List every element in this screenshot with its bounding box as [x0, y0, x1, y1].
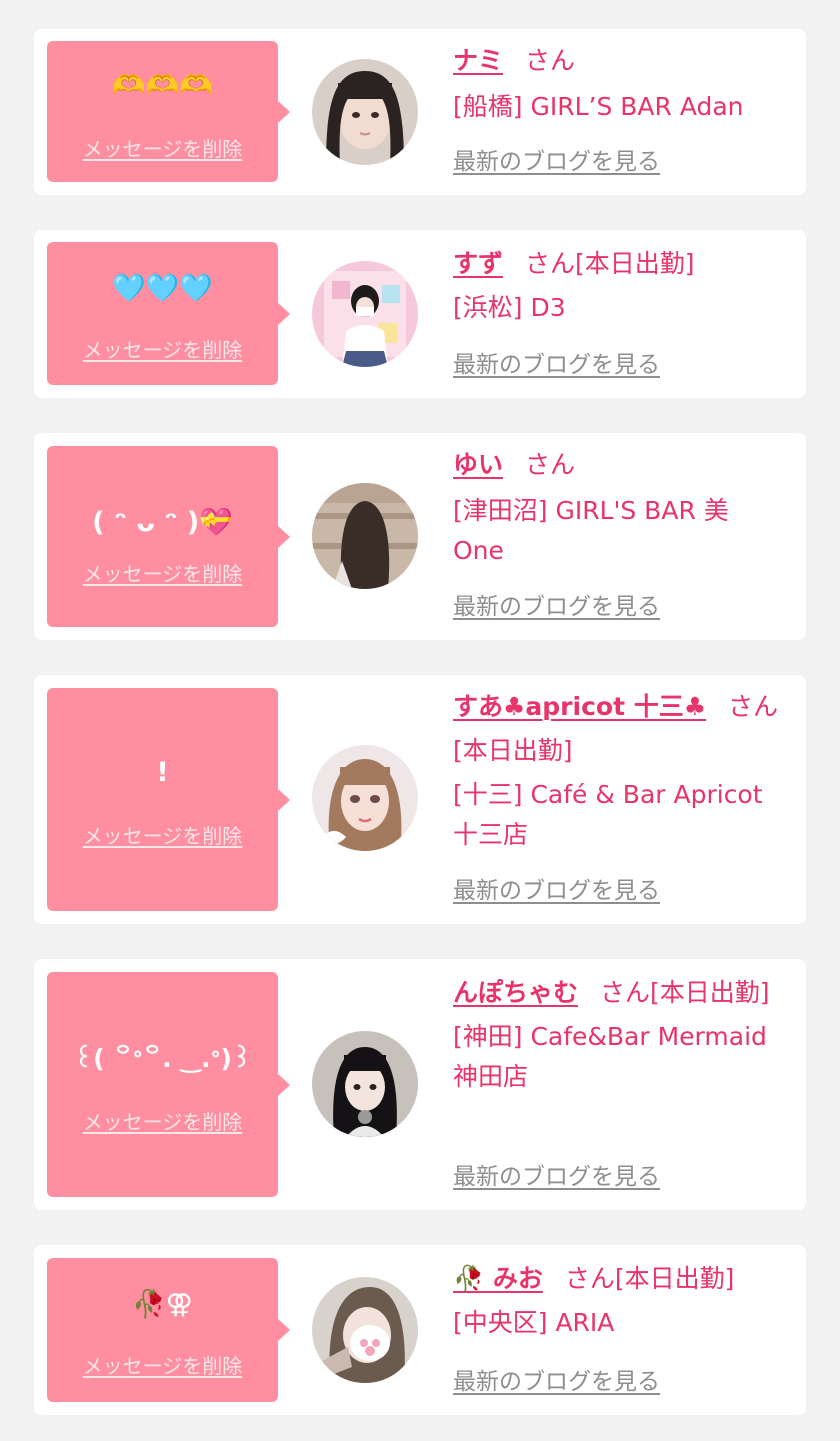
message-text: 🥀⚢: [132, 1289, 193, 1320]
girl-card: 🩵🩵🩵 メッセージを削除 すず さん[本日出勤] [浜松] D3 最新のブログを見…: [34, 230, 806, 398]
message-box: 🥀⚢ メッセージを削除: [47, 1258, 290, 1402]
latest-blog-link[interactable]: 最新のブログを見る: [453, 1367, 660, 1397]
latest-blog-link[interactable]: 最新のブログを見る: [453, 876, 660, 906]
status-badge: [本日出勤]: [614, 1264, 735, 1293]
delete-message-link[interactable]: メッセージを削除: [47, 562, 278, 586]
honorific: さん: [525, 46, 576, 75]
status-badge: [本日出勤]: [650, 978, 770, 1007]
honorific: さん: [525, 249, 576, 278]
delete-message-link[interactable]: メッセージを削除: [47, 137, 278, 161]
delete-message-link[interactable]: メッセージを削除: [47, 1354, 278, 1378]
honorific: さん: [525, 450, 576, 479]
delete-message-link[interactable]: メッセージを削除: [47, 824, 278, 848]
girl-name-link[interactable]: んぽちゃむ: [453, 978, 578, 1007]
message-text: ꒰( ꒪ᐤ꒪. ‿.ᐤ)꒱: [73, 1044, 252, 1073]
girl-info: すず さん[本日出勤] [浜松] D3: [453, 244, 793, 328]
avatar[interactable]: [312, 261, 418, 367]
girl-info: 🥀 みお さん[本日出勤] [中央区] ARIA: [453, 1259, 793, 1343]
message-box: 🩵🩵🩵 メッセージを削除: [47, 242, 290, 385]
store-name: [浜松] D3: [453, 293, 566, 322]
girl-info: んぽちゃむ さん[本日出勤] [神田] Cafe&Bar Mermaid 神田店: [453, 973, 793, 1097]
latest-blog-link[interactable]: 最新のブログを見る: [453, 350, 660, 380]
avatar[interactable]: [312, 1277, 418, 1383]
store-name: [中央区] ARIA: [453, 1308, 615, 1337]
girl-card: ( ᵔ ᴗ ᵔ )💝 メッセージを削除 ゆい さん [津田沼] GIRL'S BA…: [34, 433, 806, 640]
store-name: [船橋] GIRL’S BAR Adan: [453, 92, 744, 121]
girl-info: すあ♣apricot 十三♣ さん [本日出勤] [十三] Café & Bar …: [453, 687, 793, 855]
honorific: さん: [728, 692, 779, 721]
girl-card: ! メッセージを削除 すあ♣apricot 十三♣ さん [本日出勤] [十三] …: [34, 675, 806, 924]
message-text: 🩵🩵🩵: [112, 273, 213, 304]
honorific: さん: [600, 978, 651, 1007]
status-badge: [本日出勤]: [453, 736, 573, 765]
avatar[interactable]: [312, 745, 418, 851]
avatar[interactable]: [312, 1031, 418, 1137]
girl-name-link[interactable]: ゆい: [453, 450, 503, 479]
delete-message-link[interactable]: メッセージを削除: [47, 338, 278, 362]
delete-message-link[interactable]: メッセージを削除: [47, 1110, 278, 1134]
girl-name-link[interactable]: ナミ: [453, 46, 503, 75]
message-text: 🫶🫶🫶: [112, 70, 213, 101]
message-box: ( ᵔ ᴗ ᵔ )💝 メッセージを削除: [47, 446, 290, 627]
store-name: [津田沼] GIRL'S BAR 美One: [453, 496, 729, 565]
girl-info: ナミ さん [船橋] GIRL’S BAR Adan: [453, 41, 793, 127]
message-text: !: [156, 757, 169, 788]
latest-blog-link[interactable]: 最新のブログを見る: [453, 1162, 660, 1192]
girl-name-link[interactable]: すあ♣apricot 十三♣: [453, 692, 706, 721]
girl-name-link[interactable]: 🥀 みお: [453, 1264, 543, 1293]
girl-card: 🥀⚢ メッセージを削除 🥀 みお さん[本日出勤] [中央区] ARIA 最新のブ…: [34, 1245, 806, 1415]
girl-info: ゆい さん [津田沼] GIRL'S BAR 美One: [453, 445, 793, 571]
honorific: さん: [564, 1264, 615, 1293]
girl-card: 🫶🫶🫶 メッセージを削除 ナミ さん [船橋] GIRL’S BAR Adan 最…: [34, 29, 806, 195]
message-box: ꒰( ꒪ᐤ꒪. ‿.ᐤ)꒱ メッセージを削除: [47, 972, 290, 1197]
store-name: [十三] Café & Bar Apricot 十三店: [453, 780, 763, 849]
message-box: ! メッセージを削除: [47, 688, 290, 911]
girl-name-link[interactable]: すず: [453, 249, 503, 278]
girl-card: ꒰( ꒪ᐤ꒪. ‿.ᐤ)꒱ メッセージを削除 んぽちゃむ さん[本日出勤] [神田…: [34, 959, 806, 1210]
latest-blog-link[interactable]: 最新のブログを見る: [453, 592, 660, 622]
status-badge: [本日出勤]: [575, 249, 695, 278]
avatar[interactable]: [312, 59, 418, 165]
message-text: ( ᵔ ᴗ ᵔ )💝: [92, 507, 233, 538]
message-box: 🫶🫶🫶 メッセージを削除: [47, 41, 290, 182]
store-name: [神田] Cafe&Bar Mermaid 神田店: [453, 1022, 767, 1091]
latest-blog-link[interactable]: 最新のブログを見る: [453, 147, 660, 177]
avatar[interactable]: [312, 483, 418, 589]
